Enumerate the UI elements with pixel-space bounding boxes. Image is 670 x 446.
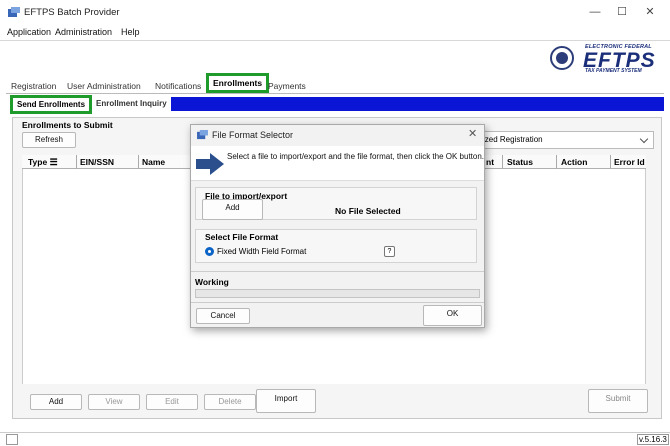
app-icon	[8, 7, 20, 17]
ok-button[interactable]: OK	[423, 305, 482, 326]
add-button[interactable]: Add	[30, 394, 82, 410]
col-name[interactable]: Name	[142, 157, 165, 167]
submit-button[interactable]: Submit	[588, 389, 648, 413]
subtab-bar	[92, 97, 664, 111]
col-type[interactable]: Type ☰	[28, 157, 58, 168]
sort-icon: ☰	[49, 157, 58, 167]
window-title: EFTPS Batch Provider	[24, 7, 120, 18]
tab-user-administration[interactable]: User Administration	[64, 79, 144, 93]
close-button[interactable]: ✕	[640, 4, 660, 20]
view-button[interactable]: View	[88, 394, 140, 410]
status-cell	[6, 434, 18, 445]
minimize-button[interactable]: —	[585, 4, 605, 20]
maximize-button[interactable]: ☐	[612, 4, 632, 20]
import-button[interactable]: Import	[256, 389, 316, 413]
col-status[interactable]: Status	[507, 157, 533, 167]
col-separator	[502, 155, 503, 169]
col-ein-ssn[interactable]: EIN/SSN	[80, 157, 114, 167]
dialog-add-button[interactable]: Add	[202, 199, 263, 220]
fixed-width-radio[interactable]	[205, 247, 214, 256]
status-bar	[0, 432, 670, 446]
app-icon	[197, 130, 208, 140]
menu-divider	[0, 40, 670, 41]
delete-button[interactable]: Delete	[204, 394, 256, 410]
chevron-down-icon	[639, 134, 649, 144]
logo-bottom-text: TAX PAYMENT SYSTEM	[585, 68, 642, 74]
menu-help[interactable]: Help	[121, 27, 140, 37]
working-label: Working	[195, 277, 229, 287]
menu-administration[interactable]: Administration	[55, 27, 112, 37]
tab-notifications[interactable]: Notifications	[152, 79, 204, 93]
tab-payments[interactable]: Payments	[265, 79, 309, 93]
file-status: No File Selected	[335, 206, 401, 216]
panel-title: Enrollments to Submit	[22, 120, 113, 130]
tab-registration[interactable]: Registration	[8, 79, 59, 93]
col-separator	[138, 155, 139, 169]
tab-divider	[6, 93, 664, 94]
tab-enrollments[interactable]: Enrollments	[206, 73, 270, 93]
menu-application[interactable]: Application	[7, 27, 51, 37]
dropdown-value: ized Registration	[483, 135, 543, 144]
refresh-button[interactable]: Refresh	[22, 132, 76, 148]
subtab-enrollment-inquiry[interactable]: Enrollment Inquiry	[92, 97, 171, 111]
col-error-id[interactable]: Error Id	[614, 157, 645, 167]
version-label: v.5.16.3	[637, 434, 669, 445]
dialog-divider	[191, 302, 484, 303]
dialog-divider	[191, 271, 484, 272]
close-icon[interactable]: ✕	[468, 127, 477, 140]
col-type-label: Type	[28, 157, 48, 167]
arrow-right-icon	[196, 153, 224, 175]
col-separator	[610, 155, 611, 169]
fixed-width-label: Fixed Width Field Format	[217, 247, 307, 256]
col-action[interactable]: Action	[561, 157, 587, 167]
subtab-send-enrollments[interactable]: Send Enrollments	[10, 95, 93, 114]
cancel-button[interactable]: Cancel	[196, 308, 250, 324]
treasury-seal-icon	[550, 46, 574, 70]
col-separator	[556, 155, 557, 169]
dialog-instructions: Select a file to import/export and the f…	[227, 152, 485, 161]
help-icon[interactable]: ?	[384, 246, 395, 257]
progress-bar	[195, 289, 480, 298]
format-section-title: Select File Format	[205, 232, 279, 242]
col-amount[interactable]: nt	[486, 157, 494, 167]
dialog-title: File Format Selector	[212, 130, 294, 140]
enrollment-type-dropdown[interactable]: ized Registration	[478, 131, 654, 149]
edit-button[interactable]: Edit	[146, 394, 198, 410]
col-separator	[76, 155, 77, 169]
